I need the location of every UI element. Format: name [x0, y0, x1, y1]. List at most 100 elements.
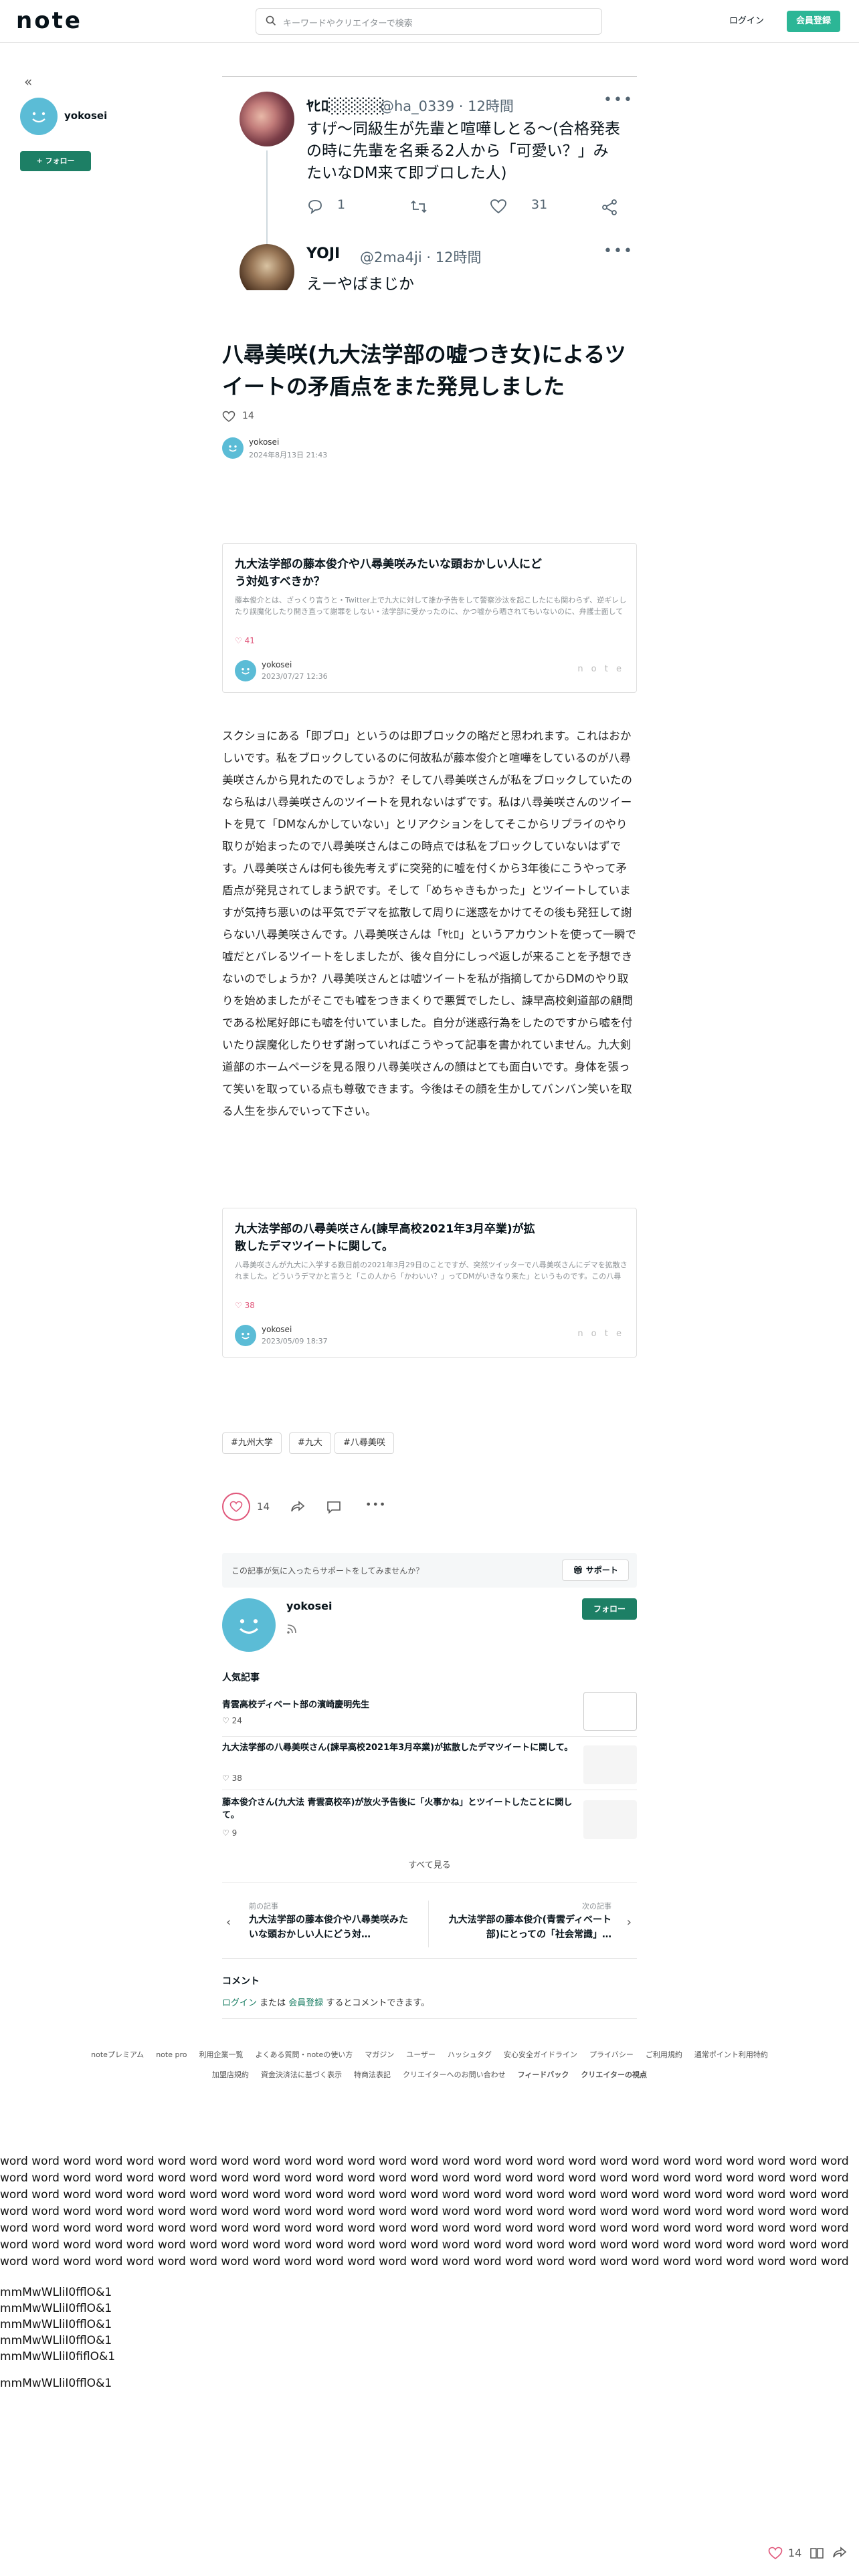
- embed-card-title: 九大法学部の藤本俊介や八尋美咲みたいな頭おかしい人にどう対処すべきか？: [235, 558, 542, 588]
- footer-link[interactable]: クリエイターへのお問い合わせ: [403, 2070, 506, 2079]
- footer-link[interactable]: 安心安全ガイドライン: [504, 2050, 577, 2059]
- see-all-link[interactable]: すべて見る: [222, 1858, 637, 1870]
- heart-icon[interactable]: [768, 2547, 783, 2560]
- footer-link[interactable]: note pro: [156, 2050, 187, 2059]
- font-test-line: mmMwWLliI0fiflO&1: [0, 2350, 116, 2363]
- magazine-icon[interactable]: [809, 2547, 824, 2560]
- reply-icon[interactable]: [306, 199, 324, 215]
- divider: [222, 1736, 637, 1737]
- hashtag[interactable]: #八尋美咲: [335, 1432, 394, 1454]
- author-avatar-large[interactable]: [222, 1598, 276, 1652]
- author-avatar[interactable]: [20, 98, 58, 135]
- tweet-reply-handle: @2ma4ji · 12時間: [360, 249, 482, 265]
- font-test-line: mmMwWLliI0fflO&1: [0, 2377, 112, 2390]
- popular-item-thumbnail[interactable]: [583, 1800, 637, 1839]
- footer-link[interactable]: 特商法表記: [354, 2070, 391, 2079]
- footer-link[interactable]: マガジン: [365, 2050, 394, 2059]
- prev-article-title: 九大法学部の藤本俊介や八尋美咲みたいな頭おかしい人にどう対…: [249, 1915, 408, 1940]
- collapse-sidebar-icon[interactable]: «: [24, 74, 32, 90]
- tweet-avatar[interactable]: [240, 92, 294, 146]
- like-icon[interactable]: [222, 411, 235, 423]
- footer-link[interactable]: ご利用規約: [646, 2050, 682, 2059]
- smiley-face-icon: [240, 1619, 258, 1634]
- support-button-label: サポート: [585, 1566, 618, 1575]
- next-article-label: 次の記事: [582, 1902, 611, 1911]
- login-link[interactable]: ログイン: [729, 13, 764, 26]
- article-author-avatar[interactable]: [222, 437, 244, 459]
- footer-link[interactable]: よくある質問・noteの使い方: [255, 2050, 353, 2059]
- embed-card-description: 藤本俊介とは、ざっくり言うと・Twitter上で九大に対して誰か予告をして警察沙…: [235, 596, 627, 616]
- filler-text-block: word word word word word word word word …: [0, 2155, 849, 2268]
- article-like-count: 14: [242, 411, 254, 421]
- article-author-name[interactable]: yokosei: [249, 437, 279, 447]
- popular-item-thumbnail[interactable]: [583, 1692, 637, 1731]
- signup-button[interactable]: 会員登録: [787, 11, 840, 32]
- divider: [222, 1958, 637, 1959]
- footer-link[interactable]: noteプレミアム: [91, 2050, 144, 2059]
- popular-item-title[interactable]: 青雲高校ディベート部の濱崎慶明先生: [222, 1699, 583, 1711]
- rss-icon[interactable]: [286, 1624, 297, 1634]
- sidebar-follow-button[interactable]: + フォロー: [20, 151, 91, 171]
- author-block-name[interactable]: yokosei: [286, 1600, 332, 1612]
- like-count: 31: [531, 197, 548, 212]
- comment-login-link[interactable]: ログイン: [222, 1998, 257, 2008]
- tweet-reply-avatar[interactable]: [240, 244, 294, 290]
- hashtag[interactable]: #九大: [289, 1432, 331, 1454]
- footer-link[interactable]: 通常ポイント利用特約: [694, 2050, 768, 2059]
- popular-item-likes: ♡ 9: [222, 1828, 237, 1838]
- tweet-reply-text: えーやばまじか: [306, 276, 414, 290]
- smiley-face-icon: [242, 668, 250, 675]
- popular-item-like-count: 38: [231, 1774, 242, 1783]
- font-test-line: mmMwWLliI0fflO&1: [0, 2334, 112, 2347]
- footer-link[interactable]: 利用企業一覧: [199, 2050, 243, 2059]
- footer-link[interactable]: プライバシー: [589, 2050, 634, 2059]
- tweet-reply-more-icon[interactable]: •••: [603, 243, 634, 259]
- share-arrow-icon[interactable]: [832, 2547, 847, 2559]
- note-logo[interactable]: note: [16, 9, 82, 32]
- search-icon: [266, 15, 276, 26]
- author-follow-button[interactable]: フォロー: [582, 1598, 637, 1620]
- comment-signup-link[interactable]: 会員登録: [288, 1998, 323, 2008]
- popular-item-thumbnail[interactable]: [583, 1745, 637, 1784]
- embed-card-avatar: [235, 660, 256, 681]
- footer-link[interactable]: ユーザー: [406, 2050, 436, 2059]
- like-button[interactable]: [222, 1493, 250, 1521]
- support-button[interactable]: 🎁︎ サポート: [562, 1560, 629, 1581]
- search-input[interactable]: キーワードやクリエイターで検索: [256, 8, 602, 35]
- sidebar-author-name[interactable]: yokosei: [64, 110, 107, 122]
- next-article-link[interactable]: 次の記事 九大法学部の藤本俊介(青雲ディベート部)にとっての「社会常識」… ›: [432, 1898, 637, 1953]
- embed-card[interactable]: 九大法学部の藤本俊介や八尋美咲みたいな頭おかしい人にどう対処すべきか？ 藤本俊介…: [222, 543, 637, 693]
- embedded-tweet[interactable]: ﾔﾋﾛ░░░░░ @ha_0339 · 12時間 ••• すげ〜同級生が先輩と喧…: [222, 76, 637, 290]
- heart-icon: [229, 1501, 243, 1512]
- heart-icon[interactable]: [490, 199, 507, 215]
- popular-item-title[interactable]: 藤本俊介さん(九大法 青雲高校卒)が放火予告後に「火事かね」とツイートしたことに…: [222, 1796, 583, 1822]
- embed-card-date: 2023/07/27 12:36: [262, 672, 328, 681]
- embed-card-avatar: [235, 1325, 256, 1346]
- support-prompt: この記事が気に入ったらサポートをしてみませんか？: [231, 1566, 424, 1576]
- chevron-left-icon: ‹: [226, 1915, 231, 1929]
- font-test-line: mmMwWLliI0fflO&1: [0, 2318, 112, 2331]
- footer-link[interactable]: 資金決済法に基づく表示: [261, 2070, 342, 2079]
- share-arrow-icon[interactable]: [290, 1501, 305, 1513]
- embed-card[interactable]: 九大法学部の八尋美咲さん(諫早高校2021年3月卒業)が拡散したデマツイートに関…: [222, 1208, 637, 1358]
- embed-card-like-icon: ♡ 41: [235, 636, 255, 645]
- embed-card-like-count: 38: [244, 1301, 255, 1310]
- chevron-right-icon: ›: [626, 1915, 632, 1929]
- more-options-icon[interactable]: •••: [365, 1498, 386, 1511]
- divider: [428, 1901, 429, 1947]
- hashtag[interactable]: #九州大学: [222, 1432, 282, 1454]
- support-bar: この記事が気に入ったらサポートをしてみませんか？ 🎁︎ サポート: [222, 1553, 637, 1588]
- footer-link[interactable]: ハッシュタグ: [448, 2050, 492, 2059]
- footer-link[interactable]: フィードバック: [518, 2070, 569, 2079]
- comment-icon[interactable]: [326, 1501, 341, 1514]
- footer-link[interactable]: 加盟店規約: [212, 2070, 249, 2079]
- font-test-line: mmMwWLliI0fflO&1: [0, 2302, 112, 2315]
- tweet-more-icon[interactable]: •••: [603, 92, 634, 108]
- popular-item-title[interactable]: 九大法学部の八尋美咲さん(諫早高校2021年3月卒業)が拡散したデマツイートに関…: [222, 1741, 583, 1754]
- prev-article-label: 前の記事: [249, 1902, 278, 1911]
- footer-link[interactable]: クリエイターの視点: [581, 2070, 647, 2079]
- note-mark-icon: n o t e: [577, 1329, 624, 1339]
- prev-article-link[interactable]: ‹ 前の記事 九大法学部の藤本俊介や八尋美咲みたいな頭おかしい人にどう対…: [222, 1898, 427, 1953]
- retweet-icon[interactable]: [409, 199, 428, 215]
- share-icon[interactable]: [601, 199, 618, 216]
